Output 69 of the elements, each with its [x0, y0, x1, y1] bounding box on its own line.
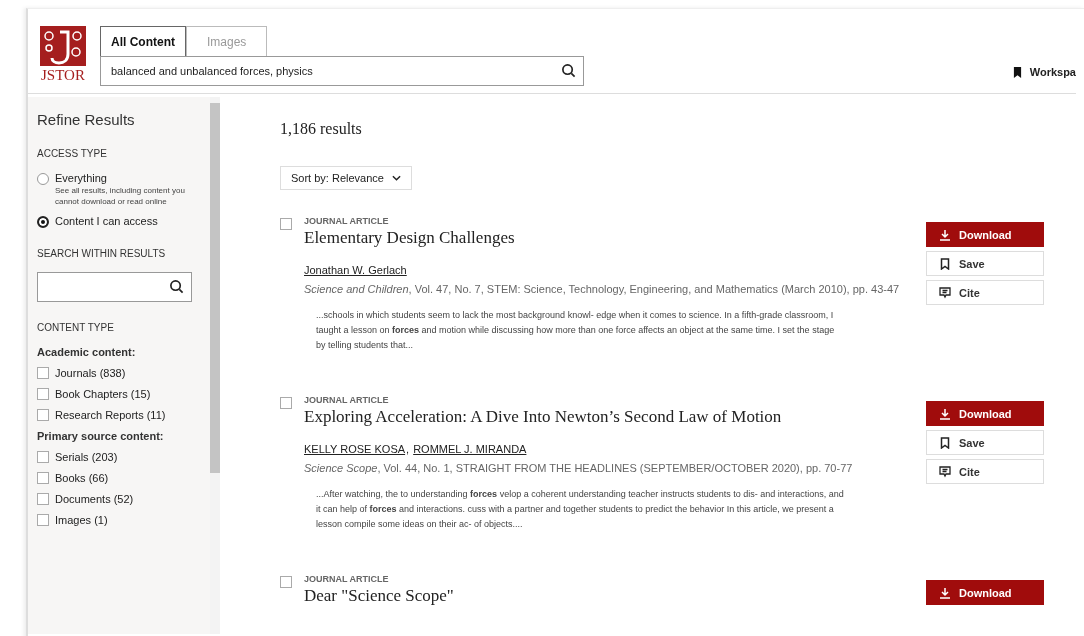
- citation-text: Science Scope, Vol. 44, No. 1, STRAIGHT FROM THE HEADLINES (SEPTEMBER/OCTOBER 2020), pp. 70-77: [304, 461, 854, 476]
- checkbox-label[interactable]: Documents (52): [55, 493, 134, 505]
- checkbox[interactable]: [37, 472, 49, 484]
- checkbox-label[interactable]: Serials (203): [55, 451, 118, 463]
- download-icon: [939, 407, 951, 420]
- content-type-label: JOURNAL ARTICLE: [304, 574, 390, 584]
- checkbox[interactable]: [280, 576, 292, 588]
- checkbox-label[interactable]: Images (1): [55, 514, 108, 526]
- result-title[interactable]: Dear "Science Scope": [304, 586, 910, 606]
- result-count: 1,186 results: [280, 120, 363, 138]
- citation-text: Science and Children, Vol. 47, No. 7, STEM: Science, Technology, Engineering, and Mathematics (March 2010), pp. 43-47: [304, 282, 901, 297]
- radio-label[interactable]: Content I can access: [55, 215, 158, 227]
- content-type-label: JOURNAL ARTICLE: [304, 395, 390, 405]
- download-icon: [939, 586, 951, 599]
- checkbox-label[interactable]: Book Chapters (15): [55, 388, 151, 400]
- checkbox[interactable]: [37, 409, 49, 421]
- bookmark-icon: [939, 257, 951, 270]
- search-icon[interactable]: [561, 63, 576, 78]
- search-within-field[interactable]: [37, 272, 192, 302]
- radio-label[interactable]: Everything: [55, 172, 185, 184]
- cite-button[interactable]: Cite: [926, 459, 1044, 484]
- checkbox[interactable]: [37, 493, 49, 505]
- search-icon[interactable]: [169, 279, 184, 294]
- checkbox[interactable]: [280, 397, 292, 409]
- download-button[interactable]: Download: [926, 222, 1044, 247]
- checkbox[interactable]: [37, 451, 49, 463]
- download-button[interactable]: Download: [926, 401, 1044, 426]
- author-link[interactable]: Jonathan W. Gerlach: [304, 264, 407, 276]
- save-button[interactable]: Save: [926, 251, 1044, 276]
- checkbox-label[interactable]: Research Reports (11): [55, 409, 166, 421]
- scrollbar-thumb[interactable]: [210, 103, 220, 473]
- checkbox[interactable]: [37, 367, 49, 379]
- author-link[interactable]: ROMMEL J. MIRANDA: [413, 443, 527, 455]
- checkbox-label[interactable]: Journals (838): [55, 367, 126, 379]
- checkbox[interactable]: [280, 218, 292, 230]
- content-type-label: JOURNAL ARTICLE: [304, 216, 390, 226]
- group-label: Primary source content:: [37, 430, 165, 442]
- result-title[interactable]: Exploring Acceleration: A Dive Into Newton’s Second Law of Motion: [304, 407, 910, 427]
- result-snippet: ...After watching, the to understanding forces velop a coherent understanding teacher instructs students to dis- and interactions, and it can help of forces and interactions. cuss with a partner and together students to predict the behavior In this article, we present a lesson compile some ideas on their ac- of objects....: [315, 488, 845, 531]
- logo-text: JSTOR: [41, 66, 85, 84]
- logo-emblem-icon: [40, 26, 86, 66]
- checkbox[interactable]: [37, 514, 49, 526]
- comment-icon: [939, 286, 951, 299]
- bookmark-icon[interactable]: [1012, 66, 1022, 78]
- checkbox[interactable]: [37, 388, 49, 400]
- result-snippet: ...schools in which students seem to lack the most background knowl- edge when it comes to science. In a fifth-grade classroom, I taught a lesson on forces and motion while discussing how more than one force affects an object at the same time. I set the stage by telling students that...: [315, 309, 836, 352]
- download-button[interactable]: Download: [926, 580, 1044, 605]
- author-separator: ,: [406, 443, 410, 455]
- comment-icon: [939, 465, 951, 478]
- radio-button[interactable]: [37, 216, 49, 228]
- section-heading: SEARCH WITHIN RESULTS: [37, 248, 167, 259]
- group-label: Academic content:: [37, 346, 137, 358]
- bookmark-icon: [939, 436, 951, 449]
- section-heading: CONTENT TYPE: [37, 322, 115, 333]
- section-heading: ACCESS TYPE: [37, 148, 108, 159]
- sort-dropdown[interactable]: Sort by: Relevance: [280, 166, 412, 190]
- save-button[interactable]: Save: [926, 430, 1044, 455]
- workspace-link[interactable]: Workspa: [1029, 66, 1076, 78]
- cite-button[interactable]: Cite: [926, 280, 1044, 305]
- radio-button[interactable]: [37, 173, 49, 185]
- option-note: See all results, including content you cannot download or read online: [55, 185, 185, 207]
- checkbox-label[interactable]: Books (66): [55, 472, 109, 484]
- sidebar-title: Refine Results: [37, 111, 136, 128]
- result-title[interactable]: Elementary Design Challenges: [304, 228, 910, 248]
- search-field[interactable]: balanced and unbalanced forces, physics: [100, 56, 584, 86]
- tab[interactable]: All Content: [100, 26, 186, 56]
- chevron-down-icon: [391, 175, 401, 181]
- download-icon: [939, 228, 951, 241]
- author-link[interactable]: KELLY ROSE KOSA: [304, 443, 406, 455]
